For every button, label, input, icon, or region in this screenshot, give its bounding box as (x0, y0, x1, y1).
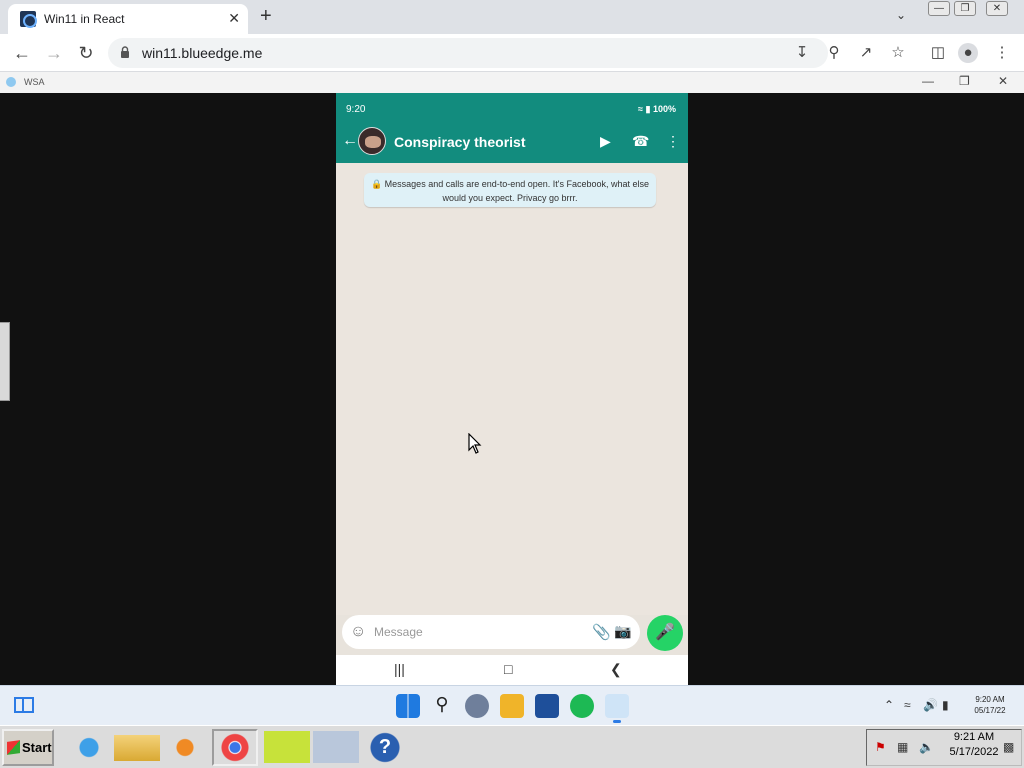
wsa-app-icon (6, 77, 16, 87)
host-clock-date: 5/17/2022 (949, 746, 999, 758)
encryption-notice[interactable]: 🔒 Messages and calls are end-to-end open… (364, 173, 656, 207)
windows-flag-icon (7, 740, 20, 755)
status-time: 9:20 (346, 104, 366, 115)
win11-taskbar: ⚲ ⌃ ≈ 🔊 ▮ 9:20 AM 05/17/22 (0, 685, 1024, 725)
video-call-icon[interactable]: ▶ (600, 133, 611, 150)
close-tab-icon[interactable]: ✕ (228, 10, 240, 27)
store-icon[interactable] (535, 694, 559, 718)
new-tab-button[interactable]: + (260, 6, 272, 26)
clock-date: 05/17/22 (974, 706, 1006, 715)
status-icons: ≈ ▮ 100% (638, 104, 676, 115)
recent-apps-icon[interactable]: ||| (394, 661, 405, 677)
host-taskbar: Start ? ⚑ ▦ 🔈 ▩ 9:21 AM 5/17/2022 (0, 725, 1024, 768)
wifi-icon: ≈ (638, 104, 643, 114)
browser-toolbar: ← → ↻ win11.blueedge.me ↧ ⚲ ↗ ☆ ◫ ● ⋮ (0, 34, 1024, 72)
mouse-cursor-icon (468, 433, 482, 454)
install-app-icon[interactable]: ↧ (792, 43, 812, 63)
wsa-maximize-icon[interactable]: ❐ (959, 74, 970, 88)
bookmark-star-icon[interactable]: ☆ (888, 43, 908, 63)
attachment-paperclip-icon[interactable]: 📎 (592, 623, 611, 641)
more-options-icon[interactable]: ⋮ (666, 133, 680, 150)
emoji-icon[interactable]: ☺ (350, 623, 366, 641)
wifi-icon[interactable]: ≈ (904, 698, 911, 712)
android-phone-screen: 9:20 ≈ ▮ 100% ← Conspiracy theorist ▶ ☎ … (336, 93, 688, 685)
browser-tab-strip: Win11 in React ✕ + ⌄ — ❐ ✕ (0, 0, 1024, 34)
tab-title: Win11 in React (44, 12, 125, 26)
voice-call-icon[interactable]: ☎ (632, 133, 649, 150)
encryption-notice-text: Messages and calls are end-to-end open. … (384, 179, 650, 203)
browser-tab[interactable]: Win11 in React ✕ (8, 4, 248, 34)
back-arrow-icon[interactable]: ← (342, 132, 358, 150)
network-error-icon[interactable]: ⚑ (875, 740, 886, 754)
message-input[interactable] (374, 619, 584, 645)
control-panel-icon[interactable] (313, 731, 359, 763)
signal-icon: ▮ (645, 104, 651, 114)
wsa-minimize-icon[interactable]: — (922, 74, 934, 88)
forward-arrow-icon[interactable]: → (42, 41, 66, 65)
contact-name[interactable]: Conspiracy theorist (394, 134, 525, 150)
tray-chevron-icon[interactable]: ⌃ (884, 698, 894, 712)
win11-favicon-icon (20, 11, 37, 28)
start-label: Start (22, 740, 52, 755)
wsa-title: WSA (24, 77, 45, 87)
tab-search-chevron-icon[interactable]: ⌄ (896, 8, 906, 22)
file-explorer-icon[interactable] (500, 694, 524, 718)
internet-explorer-icon[interactable] (66, 729, 112, 766)
zoom-out-icon[interactable]: ⚲ (824, 43, 844, 63)
windows-start-icon[interactable] (396, 694, 420, 718)
reload-icon[interactable]: ↻ (74, 41, 98, 65)
display-icon[interactable]: ▩ (1003, 740, 1014, 754)
home-square-icon[interactable]: □ (504, 661, 512, 677)
back-arrow-icon[interactable]: ← (10, 41, 34, 65)
android-status-bar: 9:20 ≈ ▮ 100% (336, 93, 688, 123)
win11-clock[interactable]: 9:20 AM 05/17/22 (966, 694, 1014, 716)
microphone-button[interactable]: 🎤 (647, 615, 683, 651)
lock-icon: 🔒 (370, 179, 383, 189)
start-button[interactable]: Start (2, 729, 54, 766)
contact-avatar[interactable] (358, 127, 386, 155)
share-icon[interactable]: ↗ (856, 43, 876, 63)
android-nav-bar: ||| □ ❮ (336, 655, 688, 685)
side-panel-icon[interactable]: ◫ (928, 43, 948, 63)
wsa-title-bar: WSA — ❐ ✕ (0, 72, 1024, 93)
camera-icon[interactable]: 📷 (614, 623, 631, 640)
battery-percent: 100% (652, 104, 676, 114)
battery-icon[interactable]: ▮ (942, 698, 949, 712)
lock-icon (121, 46, 129, 58)
host-clock[interactable]: 9:21 AM 5/17/2022 (948, 730, 1000, 760)
help-icon[interactable]: ? (362, 729, 408, 766)
profile-avatar-icon[interactable]: ● (958, 43, 978, 63)
react-app-icon[interactable] (605, 694, 629, 723)
chrome-icon[interactable] (212, 729, 258, 766)
restore-window-button[interactable]: ❐ (954, 1, 976, 16)
duck-app-icon[interactable] (264, 731, 310, 763)
media-player-icon[interactable] (162, 729, 208, 766)
minimize-window-button[interactable]: — (928, 1, 950, 16)
close-window-button[interactable]: ✕ (986, 1, 1008, 16)
volume-icon[interactable]: 🔊 (923, 698, 938, 712)
network-icon[interactable]: ▦ (897, 740, 908, 754)
snap-layout-icon[interactable] (14, 697, 34, 713)
host-clock-time: 9:21 AM (953, 731, 995, 743)
settings-gear-icon[interactable] (465, 694, 489, 718)
file-manager-icon[interactable] (114, 735, 160, 761)
spotify-icon[interactable] (570, 694, 594, 718)
chat-header: ← Conspiracy theorist ▶ ☎ ⋮ (336, 123, 688, 163)
side-panel-handle[interactable] (0, 322, 10, 401)
wsa-close-icon[interactable]: ✕ (998, 74, 1008, 88)
back-chevron-icon[interactable]: ❮ (610, 661, 622, 678)
clock-time: 9:20 AM (975, 695, 1005, 704)
url-text: win11.blueedge.me (142, 45, 263, 61)
chat-area[interactable]: 🔒 Messages and calls are end-to-end open… (336, 163, 688, 615)
menu-kebab-icon[interactable]: ⋮ (992, 43, 1012, 63)
search-icon[interactable]: ⚲ (430, 694, 454, 718)
message-composer: ☺ 📎 📷 (342, 615, 640, 649)
address-bar[interactable]: win11.blueedge.me (108, 38, 828, 68)
volume-icon[interactable]: 🔈 (919, 740, 934, 754)
